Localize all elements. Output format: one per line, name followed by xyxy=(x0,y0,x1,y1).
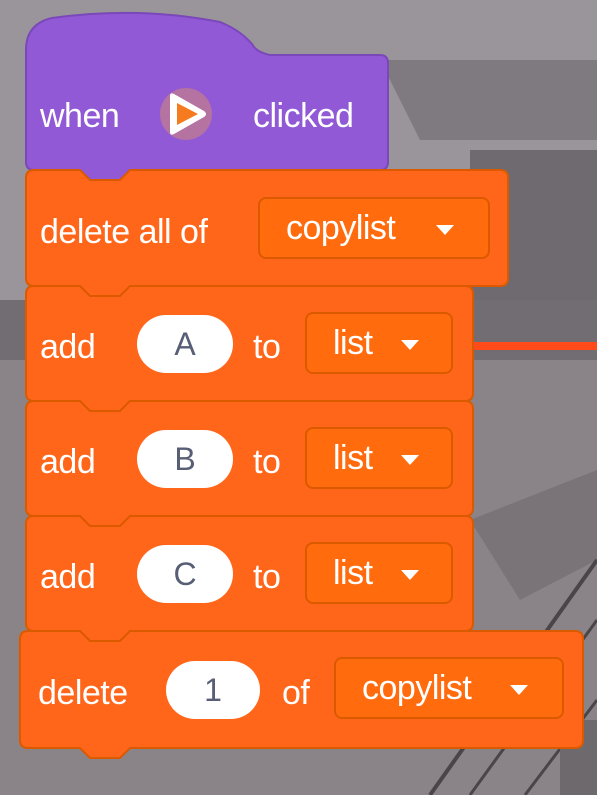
add-label: add xyxy=(40,558,96,596)
list-dropdown-value: copylist xyxy=(286,209,396,247)
dropdown-caret-icon xyxy=(510,685,528,695)
clicked-label: clicked xyxy=(253,97,354,135)
dropdown-caret-icon xyxy=(401,340,419,350)
add-label: add xyxy=(40,443,96,481)
delete-all-label: delete all of xyxy=(40,213,208,251)
add-label: add xyxy=(40,328,96,366)
value-input-b[interactable]: B xyxy=(137,430,233,488)
of-label: of xyxy=(282,674,310,712)
list-dropdown-value: list xyxy=(333,439,373,477)
list-dropdown-list[interactable]: list xyxy=(305,312,453,374)
value-input-a[interactable]: A xyxy=(137,315,233,373)
list-dropdown-value: copylist xyxy=(362,669,472,707)
list-dropdown-copylist[interactable]: copylist xyxy=(258,197,490,259)
list-dropdown-copylist[interactable]: copylist xyxy=(334,657,564,719)
green-flag-icon[interactable] xyxy=(158,86,214,142)
to-label: to xyxy=(253,328,281,366)
delete-label: delete xyxy=(38,674,128,712)
list-dropdown-list[interactable]: list xyxy=(305,542,453,604)
to-label: to xyxy=(253,558,281,596)
to-label: to xyxy=(253,443,281,481)
value-input-c[interactable]: C xyxy=(137,545,233,603)
dropdown-caret-icon xyxy=(436,225,454,235)
list-dropdown-list[interactable]: list xyxy=(305,427,453,489)
list-dropdown-value: list xyxy=(333,324,373,362)
list-dropdown-value: list xyxy=(333,554,373,592)
dropdown-caret-icon xyxy=(401,570,419,580)
index-input[interactable]: 1 xyxy=(166,661,260,719)
when-label: when xyxy=(40,97,120,135)
dropdown-caret-icon xyxy=(401,455,419,465)
